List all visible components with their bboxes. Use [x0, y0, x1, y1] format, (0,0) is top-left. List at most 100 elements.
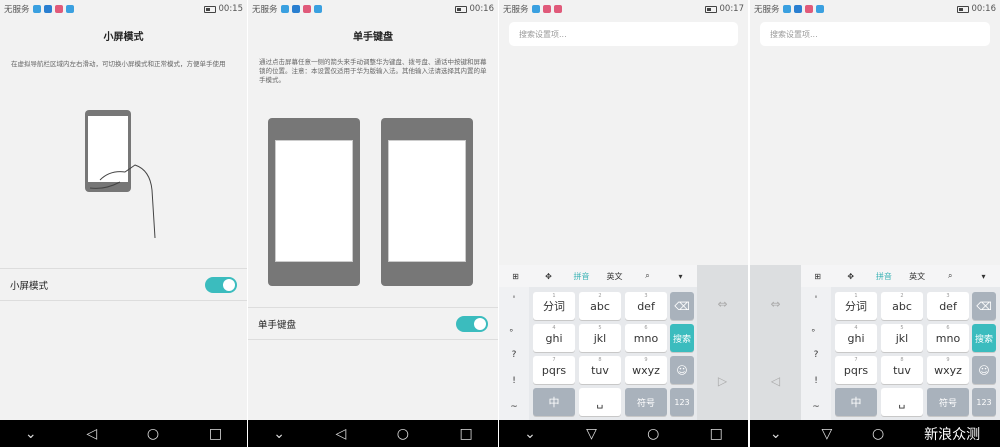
key-punct[interactable]: ': [513, 295, 515, 305]
back-icon[interactable]: ▽: [586, 426, 597, 442]
delete-key[interactable]: ⌫: [972, 292, 996, 320]
recents-icon[interactable]: □: [710, 426, 723, 442]
battery-icon: [956, 5, 969, 13]
panel-search-keyboard-right: 无服务 00:16 搜索设置项... ⇔ ◁ ⊞ ✥ 拼音 英文 ⌕ ▾ ' 。…: [750, 0, 1000, 447]
key-4[interactable]: 4 ghi: [835, 324, 877, 352]
symbol-key[interactable]: 符号: [625, 388, 667, 416]
key-9[interactable]: 9 wxyz: [625, 356, 667, 384]
one-hand-keyboard-row[interactable]: 单手键盘: [248, 307, 498, 340]
phone-screen: [388, 140, 466, 262]
key-punct[interactable]: ?: [512, 350, 517, 360]
search-input[interactable]: 搜索设置项...: [509, 22, 738, 46]
emoji-key[interactable]: ☺: [670, 356, 694, 384]
key-5[interactable]: 5 jkl: [579, 324, 621, 352]
app-icon: [43, 5, 52, 13]
key-6[interactable]: 6 mno: [625, 324, 667, 352]
app-icon: [815, 5, 824, 13]
english-tab[interactable]: 英文: [598, 271, 631, 282]
key-punct[interactable]: ~: [812, 402, 820, 412]
small-screen-row[interactable]: 小屏模式: [0, 268, 247, 301]
key-punct[interactable]: 。: [811, 321, 820, 334]
key-5[interactable]: 5 jkl: [881, 324, 923, 352]
back-icon[interactable]: ◁: [86, 426, 97, 442]
page-title: 单手键盘: [353, 32, 393, 43]
key-punct[interactable]: ': [815, 295, 817, 305]
chevron-left-icon[interactable]: ◁: [771, 374, 780, 388]
key-7[interactable]: 7 pqrs: [533, 356, 575, 384]
app-icon: [553, 5, 562, 13]
carrier: 无服务: [503, 5, 529, 15]
zhong-key[interactable]: 中: [533, 388, 575, 416]
key-1[interactable]: 1 分词: [835, 292, 877, 320]
toggle-switch[interactable]: [205, 276, 237, 293]
collapse-icon[interactable]: ▾: [967, 272, 1000, 281]
search-icon[interactable]: ⌕: [934, 271, 967, 281]
key-punct[interactable]: 。: [509, 321, 518, 334]
keyboard-side-panel: ⇔ ◁: [750, 265, 801, 420]
pinyin-tab[interactable]: 拼音: [867, 271, 900, 282]
keyboard-toolbar: ⊞ ✥ 拼音 英文 ⌕ ▾: [801, 265, 1000, 287]
chevron-down-icon[interactable]: ⌄: [273, 426, 285, 442]
key-4[interactable]: 4 ghi: [533, 324, 575, 352]
chevron-down-icon[interactable]: ⌄: [770, 426, 782, 442]
keyboard: ⊞ ✥ 拼音 英文 ⌕ ▾ ' 。 ? ! ~ 1 分词 2 abc 3 def ⌫ …: [801, 265, 1000, 420]
watermark: 新浪众测: [924, 426, 981, 443]
zhong-key[interactable]: 中: [835, 388, 877, 416]
search-input[interactable]: 搜索设置项...: [760, 22, 990, 46]
delete-key[interactable]: ⌫: [670, 292, 694, 320]
app-icon: [531, 5, 540, 13]
chevron-down-icon[interactable]: ⌄: [524, 426, 536, 442]
pinyin-tab[interactable]: 拼音: [565, 271, 598, 282]
key-punct[interactable]: !: [512, 376, 516, 386]
emoji-key[interactable]: ☺: [972, 356, 996, 384]
back-icon[interactable]: ▽: [821, 426, 832, 442]
key-7[interactable]: 7 pqrs: [835, 356, 877, 384]
home-icon[interactable]: ○: [397, 426, 409, 442]
symbol-key[interactable]: 符号: [927, 388, 969, 416]
cursor-icon[interactable]: ✥: [532, 272, 565, 281]
space-key[interactable]: ␣: [881, 388, 923, 416]
key-9[interactable]: 9 wxyz: [927, 356, 969, 384]
key-1[interactable]: 1 分词: [533, 292, 575, 320]
key-punct[interactable]: !: [814, 376, 818, 386]
english-tab[interactable]: 英文: [901, 271, 934, 282]
status-bar: 无服务 00:16: [248, 0, 498, 18]
expand-icon[interactable]: ⇔: [770, 297, 780, 311]
home-icon[interactable]: ○: [147, 426, 159, 442]
key-punct[interactable]: ?: [814, 350, 819, 360]
recents-icon[interactable]: □: [209, 426, 222, 442]
keyboard-side-panel: ⇔ ▷: [697, 265, 748, 420]
search-icon[interactable]: ⌕: [631, 271, 664, 281]
key-3[interactable]: 3 def: [927, 292, 969, 320]
toggle-switch[interactable]: [456, 315, 488, 332]
search-key[interactable]: 搜索: [670, 324, 694, 352]
chevron-right-icon[interactable]: ▷: [718, 374, 727, 388]
panel-one-hand-keyboard: 无服务 00:16 单手键盘 通过点击屏幕任意一侧的箭头来手动调整华为键盘、拨号…: [248, 0, 498, 447]
status-bar: 无服务 00:15: [0, 0, 247, 18]
search-key[interactable]: 搜索: [972, 324, 996, 352]
grid-icon[interactable]: ⊞: [499, 272, 532, 281]
carrier: 无服务: [4, 5, 30, 15]
recents-icon[interactable]: □: [459, 426, 472, 442]
key-2[interactable]: 2 abc: [579, 292, 621, 320]
home-icon[interactable]: ○: [872, 426, 884, 442]
number-key[interactable]: 123: [670, 388, 694, 416]
description: 在虚拟导航栏区域内左右滑动，可切换小屏模式和正常模式，方便单手使用: [11, 60, 226, 68]
panel-small-screen: 无服务 00:15 小屏模式 在虚拟导航栏区域内左右滑动，可切换小屏模式和正常模…: [0, 0, 247, 447]
expand-icon[interactable]: ⇔: [717, 297, 727, 311]
chevron-down-icon[interactable]: ⌄: [25, 426, 37, 442]
space-key[interactable]: ␣: [579, 388, 621, 416]
cursor-icon[interactable]: ✥: [834, 272, 867, 281]
back-icon[interactable]: ◁: [335, 426, 346, 442]
key-8[interactable]: 8 tuv: [579, 356, 621, 384]
key-punct[interactable]: ~: [510, 402, 518, 412]
collapse-icon[interactable]: ▾: [664, 272, 697, 281]
key-8[interactable]: 8 tuv: [881, 356, 923, 384]
key-6[interactable]: 6 mno: [927, 324, 969, 352]
key-2[interactable]: 2 abc: [881, 292, 923, 320]
number-key[interactable]: 123: [972, 388, 996, 416]
grid-icon[interactable]: ⊞: [801, 272, 834, 281]
hand-phone-illustration: [80, 110, 160, 240]
key-3[interactable]: 3 def: [625, 292, 667, 320]
home-icon[interactable]: ○: [647, 426, 659, 442]
